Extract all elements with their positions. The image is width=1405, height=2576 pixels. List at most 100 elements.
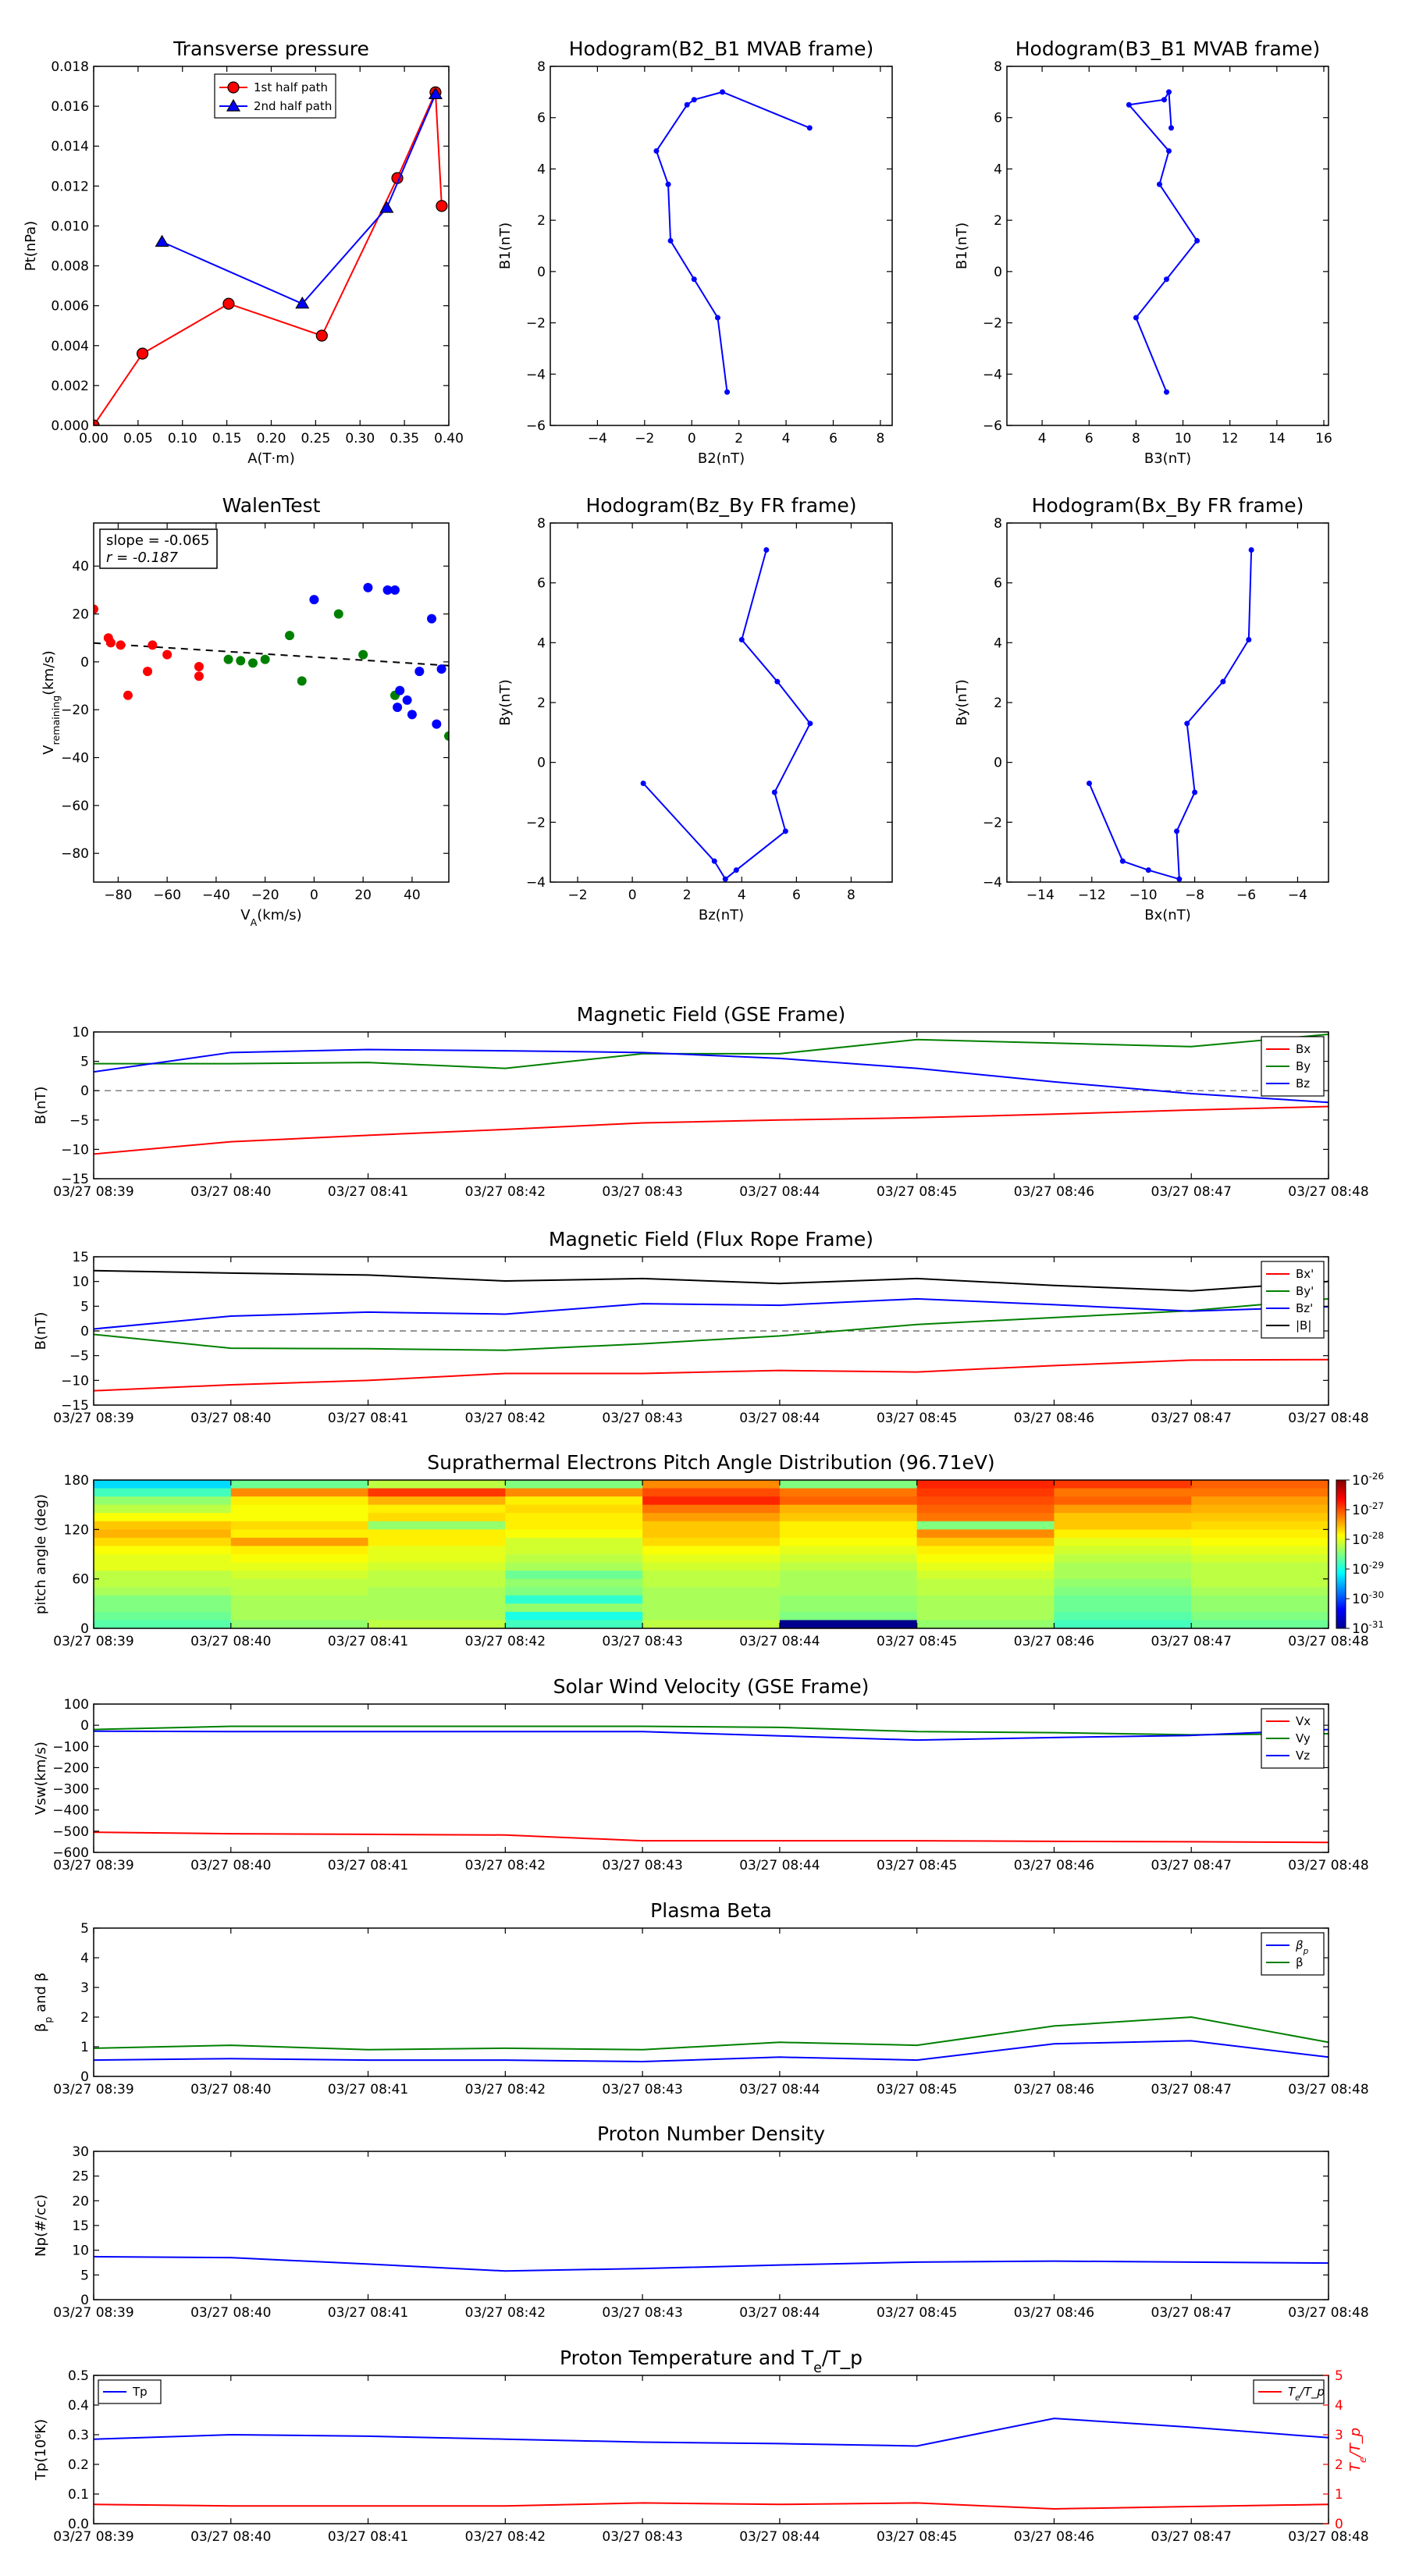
x-tick-label: 03/27 08:41	[328, 1184, 408, 1200]
x-tick-label: 12	[1222, 431, 1239, 447]
y-tick-label: −5	[69, 1113, 89, 1129]
x-tick-label: 0.15	[212, 431, 242, 447]
panel-title: Transverse pressure	[173, 37, 369, 60]
heatmap-cell	[230, 1587, 369, 1596]
y-tick-label: −100	[52, 1739, 89, 1755]
y-tick-label: −10	[61, 1373, 89, 1389]
heatmap-cell	[779, 1480, 918, 1489]
heatmap-cell	[94, 1554, 232, 1564]
x-tick-label: 03/27 08:44	[739, 1634, 820, 1649]
data-point	[1220, 678, 1226, 685]
series-line-1st half path	[94, 91, 443, 425]
heatmap-cell	[1054, 1611, 1192, 1621]
x-tick-label: 03/27 08:41	[328, 2082, 408, 2097]
slope-text: slope = -0.065	[106, 532, 209, 549]
heatmap-cell	[1054, 1546, 1192, 1555]
scatter-point	[427, 614, 437, 624]
heatmap-cell	[230, 1611, 369, 1621]
data-point	[1161, 97, 1167, 103]
x-tick-label: 0	[628, 888, 637, 903]
y-tick-label: 4	[537, 162, 546, 177]
heatmap-cell	[230, 1595, 369, 1604]
data-point	[1163, 276, 1169, 283]
heatmap-cell	[94, 1611, 232, 1621]
data-point	[724, 389, 731, 395]
legend-label: Tp	[132, 2385, 148, 2399]
heatmap-cell	[94, 1521, 232, 1530]
heatmap-cell	[505, 1562, 643, 1571]
x-tick-label: 03/27 08:48	[1288, 2082, 1368, 2097]
heatmap-cell	[779, 1513, 918, 1522]
y-axis-label: Pt(nPa)	[23, 221, 39, 271]
y-tick-label-right: 0	[1335, 2517, 1343, 2532]
y-tick-label: 30	[72, 2144, 89, 2160]
x-tick-label: 03/27 08:48	[1288, 1411, 1368, 1426]
x-axis-label: B3(nT)	[1144, 450, 1191, 467]
x-tick-label: −12	[1078, 888, 1106, 903]
axis-frame	[1006, 522, 1329, 883]
heatmap-cell	[368, 1554, 506, 1564]
heatmap-cell	[368, 1587, 506, 1596]
heatmap-cell	[1054, 1578, 1192, 1588]
heatmap-cell	[230, 1562, 369, 1571]
panel-title: Proton Temperature and Te/T_p	[560, 2347, 863, 2376]
y-axis-label: Tp(10⁶K)	[33, 2419, 49, 2481]
heatmap-cell	[779, 1521, 918, 1530]
heatmap-cell	[368, 1603, 506, 1613]
panel-walen: WalenTest −80 −60 −40 −20 0 20 40 −80 −60 −40 −20 0 2…	[41, 494, 450, 928]
y-tick-label: 2	[80, 2010, 89, 2026]
y-tick-label: 120	[64, 1522, 89, 1538]
y-tick-label: 10	[72, 1025, 89, 1041]
x-tick-label: 03/27 08:48	[1288, 1634, 1368, 1649]
y-tick-label: 0	[994, 265, 1002, 280]
heatmap-cell	[94, 1480, 232, 1489]
heatmap-cell	[916, 1504, 1055, 1514]
y-axis-label: B(nT)	[33, 1312, 49, 1350]
x-tick-label: 03/27 08:39	[53, 1634, 133, 1649]
data-point	[1176, 876, 1183, 882]
x-tick-label: 03/27 08:40	[190, 1184, 271, 1200]
data-point	[379, 201, 394, 213]
heatmap-cell	[1054, 1587, 1192, 1596]
y-tick-label: 0	[80, 1718, 89, 1734]
heatmap-cell	[1191, 1554, 1329, 1564]
y-tick-label: −40	[61, 751, 89, 767]
colorbar-tick-label: 10-28	[1352, 1530, 1384, 1548]
data-point	[665, 181, 671, 187]
scatter-point	[162, 649, 173, 660]
y-axis-label-right: Te/T_p	[1347, 2428, 1368, 2471]
y-tick-label: −2	[983, 316, 1002, 332]
y-tick-label-right: 4	[1335, 2398, 1343, 2414]
y-axis-label: Np(#/cc)	[33, 2194, 49, 2257]
series-line-2nd half path	[162, 94, 436, 305]
heatmap-cell	[368, 1537, 506, 1546]
x-tick-label: 03/27 08:44	[739, 2305, 820, 2321]
scatter-point	[393, 703, 403, 713]
heatmap-cell	[230, 1571, 369, 1580]
x-tick-label: 03/27 08:43	[602, 1184, 682, 1200]
heatmap-cell	[642, 1571, 781, 1580]
heatmap-cell	[779, 1504, 918, 1514]
heatmap-cell	[368, 1595, 506, 1604]
data-point	[720, 89, 726, 95]
series-line-|B|	[94, 1269, 1329, 1292]
y-tick-label-right: 5	[1335, 2368, 1343, 2384]
heatmap-cell	[505, 1611, 643, 1621]
heatmap-cell	[94, 1578, 232, 1588]
x-tick-label: 03/27 08:42	[465, 2529, 546, 2545]
x-tick-label: 03/27 08:41	[328, 2529, 408, 2545]
data-point	[1166, 148, 1172, 154]
heatmap-cell	[916, 1611, 1055, 1621]
legend-label: By'	[1296, 1284, 1314, 1298]
data-point	[1133, 315, 1139, 321]
x-tick-label: 03/27 08:48	[1288, 1858, 1368, 1873]
x-tick-label: 2	[735, 431, 743, 447]
heatmap-cell	[916, 1546, 1055, 1555]
y-tick-label: 6	[994, 576, 1002, 592]
heatmap-cell	[368, 1620, 506, 1628]
heatmap-cell	[505, 1480, 643, 1489]
heatmap-cell	[94, 1513, 232, 1522]
y-tick-label: −6	[983, 418, 1002, 434]
panel-title: Hodogram(Bx_By FR frame)	[1032, 494, 1304, 517]
data-point	[722, 876, 728, 882]
